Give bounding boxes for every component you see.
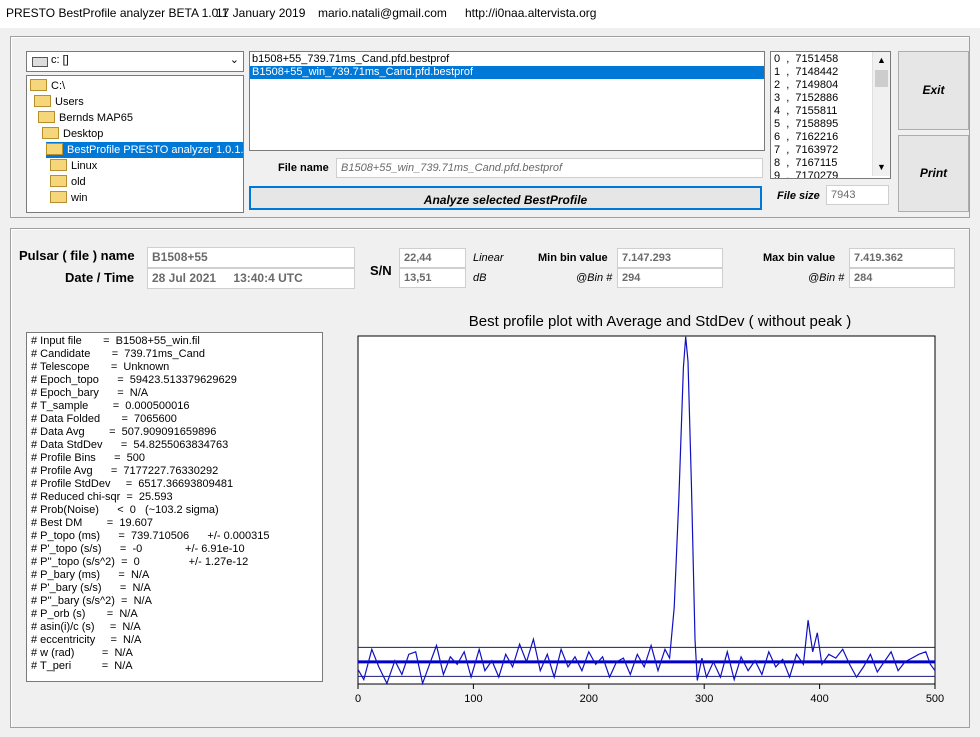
- folder-open-icon: [46, 143, 63, 156]
- folder-icon: [50, 175, 67, 188]
- info-line: # T_sample = 0.000500016: [31, 400, 190, 412]
- folder-tree[interactable]: C:\ Users Bernds MAP65 Desktop BestProfi…: [26, 75, 244, 213]
- info-line: # P'_topo (s/s) = -0 +/- 6.91e-10: [31, 543, 245, 555]
- datetime-label: Date / Time: [65, 270, 135, 285]
- chevron-down-icon[interactable]: ⌄: [230, 53, 239, 66]
- min-bin-field: 7.147.293: [617, 248, 723, 268]
- min-bin-index-label: @Bin #: [576, 272, 613, 284]
- info-line: # P''_topo (s/s^2) = 0 +/- 1.27e-12: [31, 556, 249, 568]
- info-line: # Profile Bins = 500: [31, 452, 146, 464]
- title-bar: PRESTO BestProfile analyzer BETA 1.0.1 1…: [0, 0, 980, 28]
- chevron-up-icon[interactable]: ▲: [877, 54, 886, 67]
- scrollbar[interactable]: ▲ ▼: [872, 52, 890, 176]
- folder-item[interactable]: Desktop: [42, 126, 103, 142]
- folder-open-icon: [30, 79, 47, 92]
- info-line: # w (rad) = N/A: [31, 647, 133, 659]
- info-line: # Prob(Noise) < 0 (~103.2 sigma): [31, 504, 219, 516]
- sn-linear-field: 22,44: [399, 248, 466, 268]
- sn-linear-label: Linear: [473, 252, 504, 264]
- chart-title: Best profile plot with Average and StdDe…: [468, 313, 852, 330]
- info-line: # P_topo (ms) = 739.710506 +/- 0.000315: [31, 530, 270, 542]
- author-url: http://i0naa.altervista.org: [465, 6, 597, 20]
- app-date: 17 January 2019: [216, 6, 306, 20]
- info-line: # Candidate = 739.71ms_Cand: [31, 348, 205, 360]
- x-tick-label: 400: [810, 693, 828, 702]
- folder-item[interactable]: Bernds MAP65: [38, 110, 133, 126]
- profile-chart: 0 100 200 300 400 500: [355, 335, 944, 702]
- pulsar-name-field: B1508+55: [147, 247, 355, 268]
- filesize-field: 7943: [826, 185, 889, 205]
- sn-db-label: dB: [473, 272, 487, 284]
- folder-icon: [50, 159, 67, 172]
- x-tick-label: 0: [355, 693, 361, 702]
- folder-open-icon: [38, 111, 55, 124]
- folder-item-selected[interactable]: BestProfile PRESTO analyzer 1.0.1.e: [46, 142, 243, 158]
- drive-select[interactable]: c: [] ⌄: [26, 51, 244, 72]
- author-email: mario.natali@gmail.com: [318, 6, 447, 20]
- info-line: # P''_bary (s/s^2) = N/A: [31, 595, 152, 607]
- x-tick-label: 500: [926, 693, 944, 702]
- info-line: # T_peri = N/A: [31, 660, 133, 672]
- info-line: # Profile Avg = 7177227.76330292: [31, 465, 219, 477]
- filesize-label: File size: [777, 190, 820, 202]
- folder-icon: [50, 191, 67, 204]
- folder-item[interactable]: Linux: [50, 158, 97, 174]
- filename-field[interactable]: B1508+55_win_739.71ms_Cand.pfd.bestprof: [336, 158, 763, 178]
- pulsar-name-label: Pulsar ( file ) name: [19, 248, 135, 263]
- folder-item[interactable]: Users: [34, 94, 84, 110]
- x-tick-label: 100: [464, 693, 482, 702]
- info-line: # asin(i)/c (s) = N/A: [31, 621, 141, 633]
- exit-button[interactable]: Exit: [898, 51, 969, 130]
- info-line: # Best DM = 19.607: [31, 517, 153, 529]
- info-line: # Data Folded = 7065600: [31, 413, 177, 425]
- file-list[interactable]: b1508+55_739.71ms_Cand.pfd.bestprof B150…: [249, 51, 765, 151]
- max-bin-index-label: @Bin #: [808, 272, 845, 284]
- x-tick-label: 200: [580, 693, 598, 702]
- folder-item[interactable]: win: [50, 190, 88, 206]
- scrollbar-thumb[interactable]: [875, 70, 888, 87]
- datetime-field: 28 Jul 2021 13:40:4 UTC: [147, 268, 355, 289]
- info-line: # P_orb (s) = N/A: [31, 608, 138, 620]
- folder-item[interactable]: old: [50, 174, 86, 190]
- info-line: # Input file = B1508+55_win.fil: [31, 335, 200, 347]
- app-title: PRESTO BestProfile analyzer BETA 1.0.1: [6, 6, 229, 20]
- folder-open-icon: [42, 127, 59, 140]
- max-bin-index-field: 284: [849, 268, 955, 288]
- folder-open-icon: [34, 95, 51, 108]
- sn-db-field: 13,51: [399, 268, 466, 288]
- min-bin-index-field: 294: [617, 268, 723, 288]
- info-line: # eccentricity = N/A: [31, 634, 142, 646]
- plot-area: [357, 335, 936, 685]
- file-item-selected[interactable]: B1508+55_win_739.71ms_Cand.pfd.bestprof: [250, 66, 764, 79]
- bin-values-list[interactable]: 0 , 7151458 1 , 7148442 2 , 7149804 3 , …: [770, 51, 891, 179]
- bestprof-info-box: # Input file = B1508+55_win.fil # Candida…: [26, 332, 323, 682]
- min-bin-label: Min bin value: [538, 252, 608, 264]
- time-value: 13:40:4 UTC: [233, 271, 303, 285]
- drive-label: c: []: [51, 54, 69, 66]
- folder-item[interactable]: C:\: [30, 78, 65, 94]
- info-line: # Data Avg = 507.909091659896: [31, 426, 217, 438]
- x-tick-label: 300: [695, 693, 713, 702]
- info-line: # Profile StdDev = 6517.36693809481: [31, 478, 234, 490]
- sn-label: S/N: [370, 263, 392, 278]
- max-bin-field: 7.419.362: [849, 248, 955, 268]
- info-line: # Data StdDev = 54.8255063834763: [31, 439, 229, 451]
- info-line: # Telescope = Unknown: [31, 361, 170, 373]
- drive-icon: [32, 57, 48, 67]
- date-value: 28 Jul 2021: [152, 271, 217, 285]
- analyze-button[interactable]: Analyze selected BestProfile: [249, 186, 762, 210]
- file-item[interactable]: b1508+55_739.71ms_Cand.pfd.bestprof: [250, 53, 764, 66]
- info-line: # Epoch_topo = 59423.513379629629: [31, 374, 237, 386]
- max-bin-label: Max bin value: [763, 252, 836, 264]
- info-line: # P'_bary (s/s) = N/A: [31, 582, 151, 594]
- print-button[interactable]: Print: [898, 135, 969, 212]
- filename-label: File name: [278, 162, 329, 174]
- info-line: # Epoch_bary = N/A: [31, 387, 149, 399]
- chevron-down-icon[interactable]: ▼: [877, 161, 886, 174]
- info-line: # P_bary (ms) = N/A: [31, 569, 150, 581]
- info-line: # Reduced chi-sqr = 25.593: [31, 491, 173, 503]
